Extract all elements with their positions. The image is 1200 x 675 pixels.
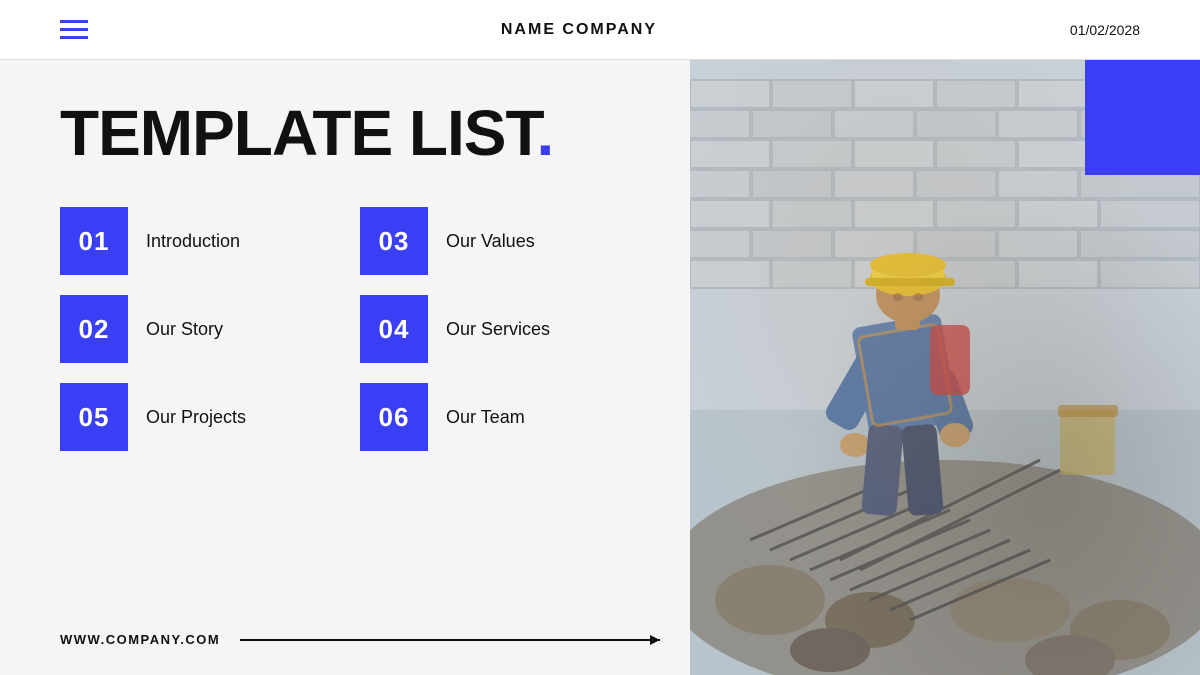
list-item: 06 Our Team <box>360 383 630 451</box>
number-badge-03: 03 <box>360 207 428 275</box>
footer-url: WWW.COMPANY.COM <box>60 632 220 647</box>
footer-line-divider <box>240 639 660 641</box>
company-name: NAME COMPANY <box>501 21 657 39</box>
item-label-introduction: Introduction <box>146 231 240 252</box>
number-badge-01: 01 <box>60 207 128 275</box>
left-panel: TEMPLATE LIST. 01 Introduction 03 Our Va… <box>0 60 690 675</box>
item-label-our-story: Our Story <box>146 319 223 340</box>
list-item: 04 Our Services <box>360 295 630 363</box>
page-title: TEMPLATE LIST. <box>60 100 630 167</box>
item-label-our-team: Our Team <box>446 407 525 428</box>
list-item: 02 Our Story <box>60 295 330 363</box>
number-badge-06: 06 <box>360 383 428 451</box>
item-label-our-services: Our Services <box>446 319 550 340</box>
footer: WWW.COMPANY.COM <box>60 632 660 647</box>
header-date: 01/02/2028 <box>1070 22 1140 38</box>
number-badge-05: 05 <box>60 383 128 451</box>
blue-accent-block <box>1085 60 1200 175</box>
number-badge-04: 04 <box>360 295 428 363</box>
template-list: 01 Introduction 03 Our Values 02 Our Sto… <box>60 207 630 451</box>
list-item: 03 Our Values <box>360 207 630 275</box>
item-label-our-values: Our Values <box>446 231 535 252</box>
right-panel-image <box>690 60 1200 675</box>
list-item: 05 Our Projects <box>60 383 330 451</box>
list-item: 01 Introduction <box>60 207 330 275</box>
item-label-our-projects: Our Projects <box>146 407 246 428</box>
hamburger-menu[interactable] <box>60 20 88 39</box>
number-badge-02: 02 <box>60 295 128 363</box>
header: NAME COMPANY 01/02/2028 <box>0 0 1200 60</box>
